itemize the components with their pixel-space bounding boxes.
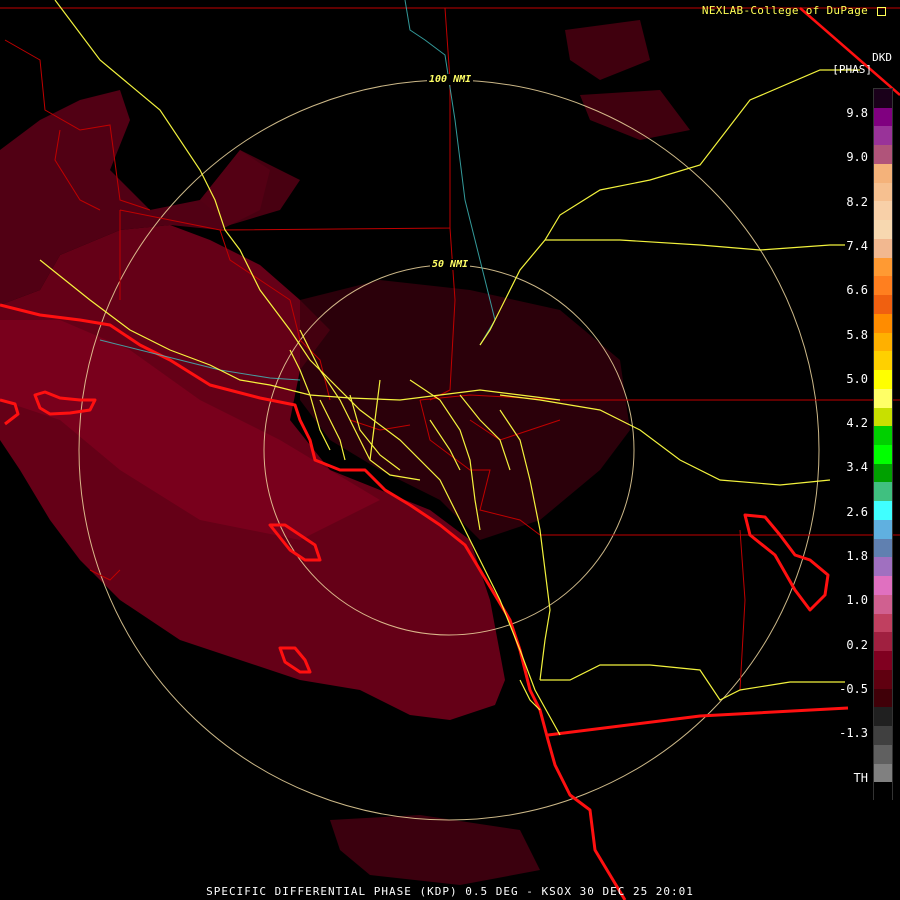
product-title: SPECIFIC DIFFERENTIAL PHASE (KDP) 0.5 DE… <box>206 885 694 898</box>
legend-color-bin <box>874 220 892 240</box>
legend-color-bin <box>874 688 892 708</box>
radar-map <box>0 0 900 900</box>
legend-color-bin <box>874 763 892 783</box>
legend-color-bin <box>874 182 892 202</box>
legend-color-bin <box>874 744 892 765</box>
legend-color-bin <box>874 388 892 409</box>
legend-color-bin <box>874 276 892 296</box>
legend-tick-label: TH <box>853 770 868 785</box>
legend-color-bin <box>874 519 892 540</box>
legend-color-bin <box>874 651 892 671</box>
reflectivity-echoes <box>0 20 690 885</box>
legend-color-bin <box>874 89 892 109</box>
legend-color-bin <box>874 594 892 615</box>
legend-color-bin <box>874 370 892 390</box>
inland-loop <box>743 513 830 612</box>
legend-color-bin <box>874 726 892 746</box>
data-source-credit: NEXLAB-College of DuPage <box>702 4 886 17</box>
legend-color-bin <box>874 463 892 483</box>
legend-color-bin <box>874 295 892 315</box>
legend-color-bin <box>874 238 892 259</box>
echo-field-northeast-1 <box>565 20 650 80</box>
legend-color-bin <box>874 201 892 221</box>
range-ring-label-50: 50 NMI <box>430 259 471 270</box>
legend-color-bin <box>874 707 892 727</box>
legend-color-bin <box>874 126 892 146</box>
legend-tick-label: 6.6 <box>846 283 868 298</box>
legend-color-bin <box>874 576 892 596</box>
legend-tick-label: -1.3 <box>839 726 868 741</box>
radar-map-view: 50 NMI 100 NMI NEXLAB-College of DuPage … <box>0 0 900 900</box>
credit-text: NEXLAB-College of DuPage <box>701 4 869 17</box>
echo-field-northeast-2 <box>580 90 690 140</box>
legend-color-bin <box>874 107 892 127</box>
legend-tick-label: 1.0 <box>846 593 868 608</box>
legend-tick-label: 1.8 <box>846 549 868 563</box>
international-border <box>547 706 849 737</box>
legend-color-bin <box>874 145 892 165</box>
legend-color-bin <box>874 632 892 652</box>
legend-tick-label: 3.4 <box>846 460 868 475</box>
legend-unit: [PHAS] <box>832 63 872 76</box>
legend-color-bin <box>874 557 892 577</box>
legend-color-bin <box>874 538 892 558</box>
color-scale-bar <box>873 88 893 802</box>
legend-tick-label: 5.8 <box>846 327 868 342</box>
legend-color-bin <box>874 669 892 690</box>
range-ring-label-100: 100 NMI <box>427 74 474 85</box>
legend-tick-label: 0.2 <box>846 637 868 652</box>
legend-tick-label: 4.2 <box>846 416 868 431</box>
legend-color-bin <box>874 332 892 352</box>
legend-color-bin <box>874 351 892 371</box>
legend-color-bin <box>874 163 892 184</box>
legend-color-bin <box>874 313 892 334</box>
resize-icon[interactable] <box>877 6 886 16</box>
legend-color-bin <box>874 501 892 521</box>
legend-color-bin <box>874 482 892 502</box>
legend-color-bin <box>874 613 892 633</box>
legend-tick-label: 8.2 <box>846 194 868 209</box>
legend-tick-label: 9.0 <box>846 150 868 165</box>
legend-color-bin <box>874 426 892 446</box>
legend-tick-label: 9.8 <box>846 106 868 120</box>
echo-field-south <box>330 815 540 885</box>
legend-tick-label: 7.4 <box>846 238 868 253</box>
legend-color-bin <box>874 782 892 802</box>
legend-tick-label: 2.6 <box>846 504 868 519</box>
legend-color-bin <box>874 445 892 465</box>
legend-tick-label: 5.0 <box>846 371 868 386</box>
legend-color-bin <box>874 257 892 277</box>
legend-color-bin <box>874 407 892 427</box>
legend-tick-label: -0.5 <box>839 681 868 696</box>
